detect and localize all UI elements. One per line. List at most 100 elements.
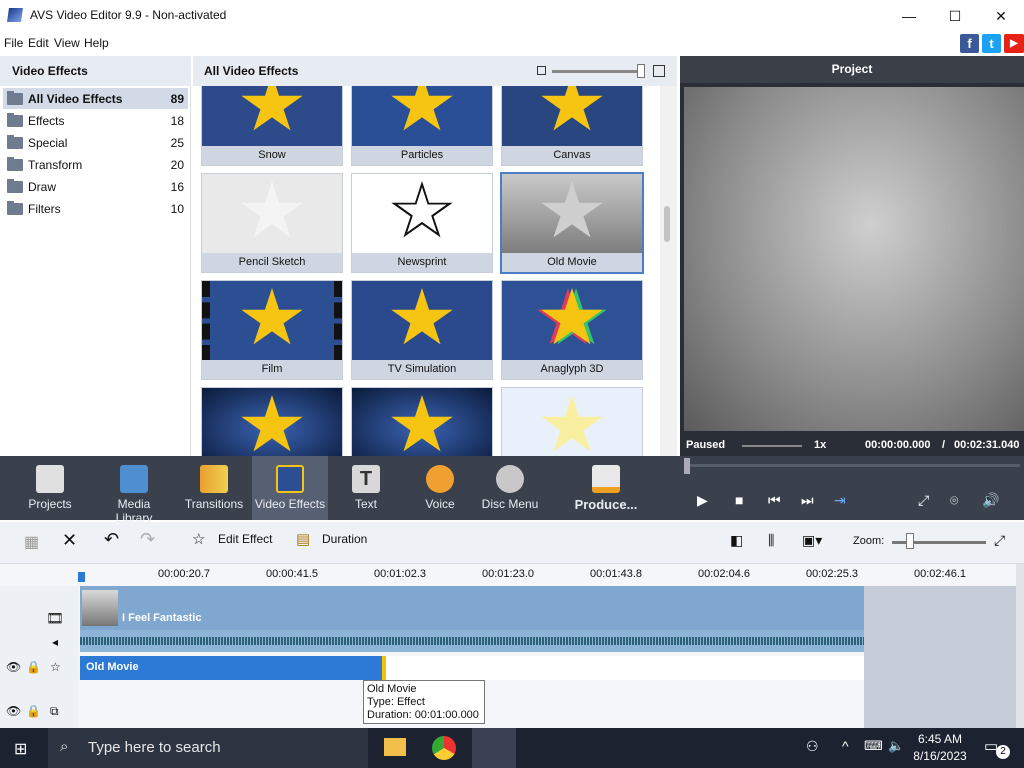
category-filters[interactable]: Filters 10 (3, 198, 188, 219)
video-clip[interactable]: I Feel Fantastic (80, 586, 864, 630)
network-icon[interactable]: ⌨ (864, 738, 883, 754)
video-effects-button[interactable]: Video Effects (252, 456, 328, 520)
twitter-icon[interactable]: t (982, 34, 1001, 53)
visibility-eye-icon[interactable]: 👁 (6, 704, 21, 718)
effect-tile-canvas[interactable]: Canvas (501, 86, 643, 166)
clock-time[interactable]: 6:45 AM (916, 732, 964, 746)
effect-clip-old-movie[interactable]: Old Movie (80, 656, 388, 680)
video-preview[interactable] (684, 87, 1024, 431)
effect-tile[interactable] (501, 387, 643, 456)
projects-button[interactable]: Projects (16, 456, 84, 520)
people-icon[interactable]: ⚇ (806, 738, 819, 755)
volume-tray-icon[interactable]: 🔈 (888, 738, 904, 754)
time-ruler[interactable]: 00:00:20.7 00:00:41.5 00:01:02.3 00:01:2… (78, 564, 1016, 586)
effect-tile[interactable] (201, 387, 343, 456)
duration-icon[interactable]: ▤ (296, 530, 310, 548)
windows-start-icon[interactable]: ⊞ (14, 739, 32, 758)
lock-icon[interactable]: 🔒 (26, 660, 41, 674)
category-effects[interactable]: Effects 18 (3, 110, 188, 131)
disc-menu-button[interactable]: Disc Menu (478, 456, 542, 520)
ruler-tick: 00:02:46.1 (914, 568, 966, 580)
menu-help[interactable]: Help (84, 36, 109, 50)
category-all-video-effects[interactable]: All Video Effects 89 (3, 88, 188, 109)
close-button[interactable]: ✕ (978, 0, 1024, 32)
duration-button[interactable]: Duration (322, 532, 367, 546)
small-size-icon[interactable] (537, 66, 546, 75)
avs-taskbar-icon[interactable] (472, 728, 516, 768)
button-label: Media Library (115, 497, 153, 525)
button-label: Text (354, 497, 377, 511)
scrollbar-thumb[interactable] (664, 206, 670, 242)
delete-icon[interactable]: ✕ (62, 530, 77, 551)
seek-handle[interactable] (684, 458, 690, 474)
effects-scrollbar[interactable] (660, 86, 677, 456)
effect-tile-tv-simulation[interactable]: TV Simulation (351, 280, 493, 380)
edit-effect-button[interactable]: Edit Effect (218, 532, 272, 546)
category-name: Effects (28, 114, 65, 128)
effect-tile-film[interactable]: Film (201, 280, 343, 380)
effect-tile-newsprint[interactable]: Newsprint (351, 173, 493, 273)
playback-seek-bar[interactable] (686, 464, 1020, 467)
timeline-scrollbar[interactable] (1016, 564, 1024, 728)
effect-tile-snow[interactable]: Snow (201, 86, 343, 166)
playhead[interactable] (78, 572, 85, 582)
effect-tile-anaglyph-3d[interactable]: Anaglyph 3D (501, 280, 643, 380)
taskbar-search[interactable]: ⌕ Type here to search (48, 728, 368, 768)
category-transform[interactable]: Transform 20 (3, 154, 188, 175)
youtube-icon[interactable]: ▶ (1004, 34, 1024, 53)
facebook-icon[interactable]: f (960, 34, 979, 53)
effect-tile-old-movie[interactable]: Old Movie (500, 172, 644, 274)
category-special[interactable]: Special 25 (3, 132, 188, 153)
play-icon[interactable]: ▶ (697, 492, 708, 509)
zoom-handle[interactable] (906, 533, 914, 549)
effect-label: Film (202, 360, 342, 379)
chrome-icon[interactable] (432, 736, 456, 760)
effect-tile[interactable] (351, 387, 493, 456)
clock-date[interactable]: 8/16/2023 (910, 749, 970, 763)
volume-icon[interactable]: 🔊 (982, 492, 999, 509)
tray-chevron-icon[interactable]: ^ (842, 738, 849, 754)
audio-mixer-icon[interactable]: ⫼ (768, 532, 774, 549)
next-frame-icon[interactable]: ⏭ (801, 492, 814, 509)
maximize-button[interactable]: ☐ (932, 0, 978, 32)
snapshot-icon[interactable]: ⌾ (950, 492, 958, 509)
split-icon[interactable]: ◧ (730, 532, 743, 549)
edit-effect-icon[interactable]: ☆ (192, 530, 205, 548)
slider-handle[interactable] (637, 64, 645, 78)
category-draw[interactable]: Draw 16 (3, 176, 188, 197)
speed-slider[interactable] (742, 445, 802, 447)
lock-icon[interactable]: 🔒 (26, 704, 41, 718)
redo-icon[interactable]: ↷ (140, 529, 155, 550)
previous-frame-icon[interactable]: ⏮ (768, 492, 781, 509)
undo-icon[interactable]: ↶ (104, 529, 119, 550)
file-explorer-icon[interactable] (384, 738, 406, 756)
produce-button[interactable]: Produce... (568, 456, 644, 520)
media-library-button[interactable]: Media Library (98, 456, 170, 525)
audio-mute-icon[interactable]: ◂ (52, 635, 58, 649)
stop-icon[interactable]: ■ (735, 492, 743, 508)
audio-waveform[interactable] (80, 630, 864, 652)
text-button[interactable]: T Text (338, 456, 394, 520)
large-size-icon[interactable] (653, 65, 665, 77)
effect-tile-pencil-sketch[interactable]: Pencil Sketch (201, 173, 343, 273)
minimize-button[interactable]: — (886, 0, 932, 32)
aspect-ratio-icon[interactable]: ▣▾ (802, 532, 822, 549)
title-bar: AVS Video Editor 9.9 - Non-activated — ☐… (0, 0, 1024, 32)
window-title: AVS Video Editor 9.9 - Non-activated (30, 8, 227, 22)
menu-file[interactable]: File (4, 36, 23, 50)
visibility-eye-icon[interactable]: 👁 (6, 660, 21, 674)
effect-label: Snow (202, 146, 342, 165)
fit-to-window-icon[interactable]: ⤢ (994, 532, 1005, 549)
menu-view[interactable]: View (54, 36, 80, 50)
menu-edit[interactable]: Edit (28, 36, 49, 50)
ruler-tick: 00:01:02.3 (374, 568, 426, 580)
preview-panel: Project Paused 1x 00:00:00.000 / 00:02:3… (680, 56, 1024, 456)
voice-button[interactable]: Voice (412, 456, 468, 520)
fullscreen-icon[interactable]: ⤢ (918, 492, 929, 509)
transitions-button[interactable]: Transitions (180, 456, 248, 520)
empty-timeline-area (864, 586, 1016, 728)
trim-icon[interactable]: ⇥ (834, 492, 846, 509)
thumbnail-size-slider[interactable] (552, 70, 644, 73)
storyboard-icon[interactable]: ▦ (24, 532, 39, 552)
effect-tile-particles[interactable]: Particles (351, 86, 493, 166)
